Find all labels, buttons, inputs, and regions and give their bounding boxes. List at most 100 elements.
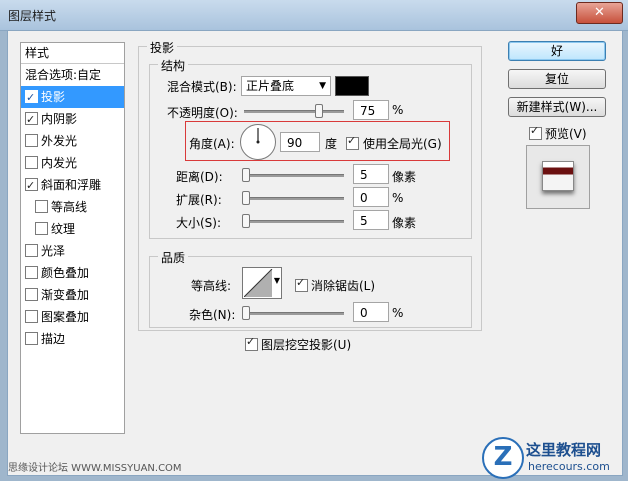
knockout-checkbox[interactable] <box>245 335 258 351</box>
style-item[interactable]: 混合选项:自定 <box>21 64 124 86</box>
close-button[interactable]: ✕ <box>576 2 623 24</box>
noise-slider-thumb[interactable] <box>242 306 250 320</box>
style-item[interactable]: 内阴影 <box>21 108 124 131</box>
contour-picker[interactable]: ▼ <box>242 267 282 299</box>
noise-label: 杂色(N): <box>189 308 236 322</box>
reset-button[interactable]: 复位 <box>508 69 606 89</box>
style-item-label: 混合选项:自定 <box>25 68 102 82</box>
style-item[interactable]: 纹理 <box>21 218 134 240</box>
style-item-checkbox[interactable] <box>25 310 38 323</box>
shadow-color-swatch[interactable] <box>335 76 369 96</box>
style-item-checkbox[interactable] <box>25 175 38 197</box>
style-item-checkbox[interactable] <box>25 332 38 345</box>
style-item-checkbox[interactable] <box>25 266 38 279</box>
style-item-checkbox[interactable] <box>25 156 38 169</box>
distance-slider-thumb[interactable] <box>242 168 250 182</box>
noise-slider-track[interactable] <box>244 312 344 315</box>
style-item-label: 内阴影 <box>41 112 78 126</box>
styles-list: 样式 混合选项:自定投影内阴影外发光内发光斜面和浮雕等高线纹理光泽颜色叠加渐变叠… <box>20 42 125 434</box>
contour-dropdown-icon[interactable]: ▼ <box>274 276 280 285</box>
preview-label: 预览(V) <box>545 127 587 141</box>
size-slider-track[interactable] <box>244 220 344 223</box>
style-item-label: 描边 <box>41 332 66 346</box>
preview-checkbox[interactable] <box>529 124 542 140</box>
style-item[interactable]: 图案叠加 <box>21 306 124 328</box>
size-unit: 像素 <box>392 216 417 230</box>
watermark-text: 思缘设计论坛 WWW.MISSYUAN.COM <box>8 463 182 474</box>
chevron-down-icon: ▼ <box>319 81 326 91</box>
style-item-label: 颜色叠加 <box>41 266 90 280</box>
angle-dial[interactable] <box>240 124 276 160</box>
style-item-label: 图案叠加 <box>41 310 90 324</box>
structure-group-title: 结构 <box>158 57 189 74</box>
angle-label: 角度(A): <box>189 137 235 151</box>
opacity-slider-thumb[interactable] <box>315 104 323 118</box>
style-item[interactable]: 光泽 <box>21 240 124 262</box>
size-slider-thumb[interactable] <box>242 214 250 228</box>
style-item-checkbox[interactable] <box>35 200 48 213</box>
styles-list-header: 样式 <box>21 43 124 64</box>
style-item-label: 纹理 <box>51 222 76 236</box>
global-light-checkbox[interactable] <box>346 134 359 150</box>
style-item-checkbox[interactable] <box>35 222 48 235</box>
opacity-input[interactable]: 75 <box>353 100 389 120</box>
style-item-label: 斜面和浮雕 <box>41 178 102 192</box>
style-item[interactable]: 等高线 <box>21 196 134 218</box>
style-item[interactable]: 颜色叠加 <box>21 262 124 284</box>
distance-input[interactable]: 5 <box>353 164 389 184</box>
style-item-label: 渐变叠加 <box>41 288 90 302</box>
distance-slider-track[interactable] <box>244 174 344 177</box>
style-item[interactable]: 斜面和浮雕 <box>21 174 124 197</box>
global-light-label: 使用全局光(G) <box>363 137 442 151</box>
drop-shadow-group-title: 投影 <box>147 39 178 56</box>
angle-input[interactable]: 90 <box>280 132 320 152</box>
blend-mode-value: 正片叠底 <box>246 79 295 93</box>
style-item-checkbox[interactable] <box>25 87 38 109</box>
ok-button[interactable]: 好 <box>508 41 606 61</box>
style-item-label: 等高线 <box>51 200 88 214</box>
noise-unit: % <box>392 306 404 320</box>
logo-letter: Z <box>493 442 513 472</box>
spread-unit: % <box>392 191 404 205</box>
antialias-checkbox[interactable] <box>295 276 308 292</box>
distance-unit: 像素 <box>392 170 417 184</box>
opacity-slider-track[interactable] <box>244 110 344 113</box>
site-logo: Z 这里教程网 herecours.com <box>480 437 626 479</box>
style-item-checkbox[interactable] <box>25 288 38 301</box>
style-item-label: 内发光 <box>41 156 78 170</box>
new-style-button[interactable]: 新建样式(W)... <box>508 97 606 117</box>
style-preview-thumbnail <box>526 145 590 209</box>
spread-slider-thumb[interactable] <box>242 191 250 205</box>
style-item-label: 外发光 <box>41 134 78 148</box>
style-item[interactable]: 外发光 <box>21 130 124 152</box>
style-item[interactable]: 内发光 <box>21 152 124 174</box>
spread-slider-track[interactable] <box>244 197 344 200</box>
noise-input[interactable]: 0 <box>353 302 389 322</box>
logo-icon: Z <box>482 437 524 479</box>
style-item-label: 光泽 <box>41 244 66 258</box>
distance-label: 距离(D): <box>176 170 223 184</box>
style-item[interactable]: 描边 <box>21 328 124 350</box>
style-item[interactable]: 渐变叠加 <box>21 284 124 306</box>
style-item-checkbox[interactable] <box>25 109 38 131</box>
spread-label: 扩展(R): <box>176 193 222 207</box>
spread-input[interactable]: 0 <box>353 187 389 207</box>
contour-label: 等高线: <box>191 279 232 293</box>
logo-title: 这里教程网 <box>526 441 602 459</box>
opacity-unit: % <box>392 103 404 117</box>
antialias-label: 消除锯齿(L) <box>311 279 376 293</box>
window-title: 图层样式 <box>8 9 57 23</box>
size-label: 大小(S): <box>176 216 222 230</box>
style-item-checkbox[interactable] <box>25 244 38 257</box>
logo-url: herecours.com <box>528 460 610 473</box>
contour-curve-icon <box>244 269 273 297</box>
blend-mode-select[interactable]: 正片叠底 ▼ <box>241 76 331 96</box>
quality-group-title: 品质 <box>158 249 189 266</box>
opacity-label: 不透明度(O): <box>167 106 238 120</box>
angle-unit: 度 <box>325 137 338 151</box>
style-item-label: 投影 <box>41 90 66 104</box>
size-input[interactable]: 5 <box>353 210 389 230</box>
style-item-checkbox[interactable] <box>25 134 38 147</box>
preview-swatch <box>542 161 574 191</box>
style-item[interactable]: 投影 <box>21 86 124 109</box>
